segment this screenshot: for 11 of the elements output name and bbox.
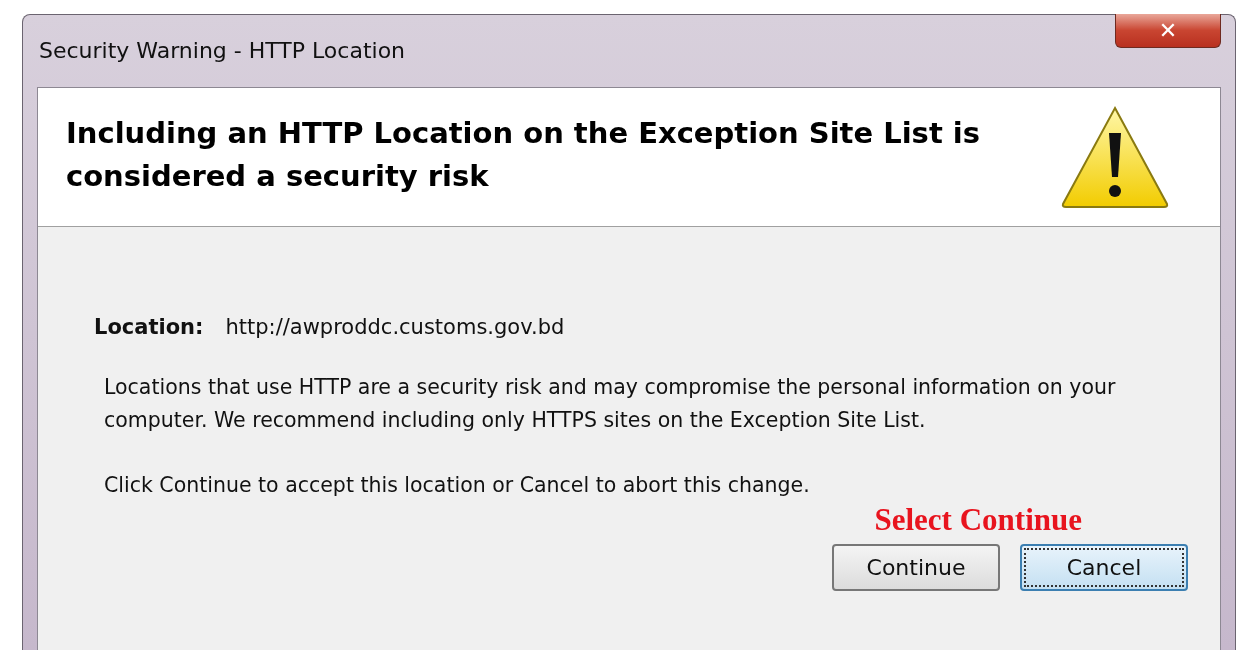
window-title: Security Warning - HTTP Location xyxy=(39,38,406,63)
location-label: Location: xyxy=(94,315,204,339)
message-paragraph: Locations that use HTTP are a security risk and may compromise the personal information on your computer. We recommend including only HTTPS sites on the Exception Site List. xyxy=(104,374,1117,434)
close-button[interactable]: ✕ xyxy=(1115,14,1221,48)
warning-icon xyxy=(1060,105,1170,209)
location-url: http://awproddc.customs.gov.bd xyxy=(225,315,565,339)
dialog-button[interactable]: Continue xyxy=(832,544,1000,591)
warning-heading: Including an HTTP Location on the Exception Site List is considered a security risk xyxy=(66,115,982,195)
message-paragraph: Click Continue to accept this location or Cancel to abort this change. xyxy=(104,472,811,499)
annotation-text: Select Continue xyxy=(874,502,1082,538)
dialog-button[interactable]: Cancel xyxy=(1020,544,1188,591)
